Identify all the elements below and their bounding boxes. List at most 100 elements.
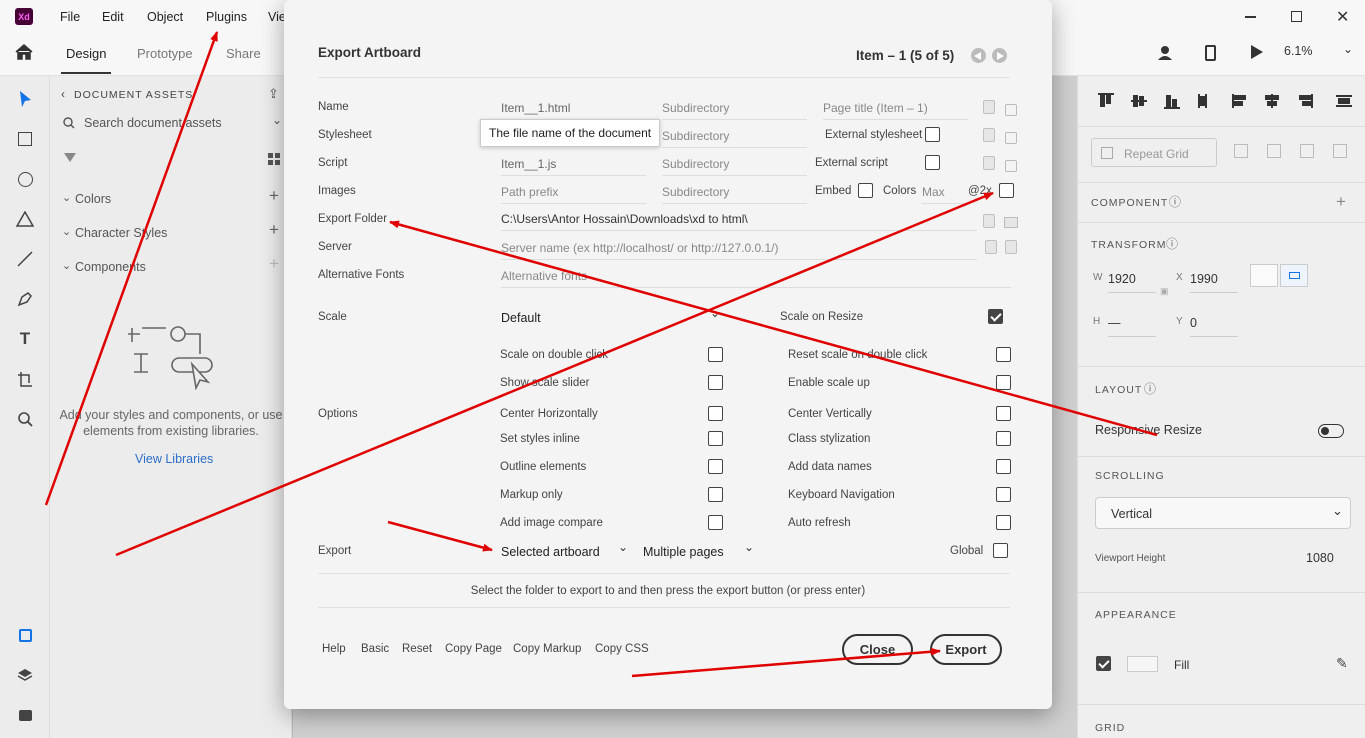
script-option-checkbox[interactable] bbox=[1005, 160, 1017, 172]
markup-only-checkbox[interactable] bbox=[708, 487, 723, 502]
plugins-icon[interactable] bbox=[14, 704, 36, 726]
assets-search-input[interactable]: Search document assets bbox=[84, 116, 222, 130]
previous-item-icon[interactable] bbox=[971, 48, 986, 63]
transform-info-icon[interactable]: ⓘ bbox=[1166, 235, 1178, 252]
rectangle-tool-icon[interactable] bbox=[14, 128, 36, 150]
script-subdirectory-field[interactable]: Subdirectory bbox=[662, 157, 807, 176]
artboard-tool-icon[interactable] bbox=[14, 368, 36, 390]
path-prefix-field[interactable]: Path prefix bbox=[501, 185, 646, 204]
select-tool-icon[interactable] bbox=[14, 88, 36, 110]
embed-checkbox[interactable] bbox=[858, 183, 873, 198]
tab-design[interactable]: Design bbox=[66, 46, 106, 61]
group-icon[interactable] bbox=[1234, 144, 1248, 158]
export-pages-chevron-icon[interactable]: ⌄ bbox=[744, 540, 754, 554]
js-file-icon[interactable] bbox=[983, 156, 995, 170]
next-item-icon[interactable] bbox=[992, 48, 1007, 63]
image-scale-checkbox[interactable] bbox=[999, 183, 1014, 198]
export-folder-field[interactable]: C:\Users\Antor Hossain\Downloads\xd to h… bbox=[501, 212, 977, 231]
export-assets-icon[interactable]: ⇪ bbox=[268, 86, 279, 102]
zoom-chevron-icon[interactable]: ⌄ bbox=[1343, 42, 1353, 56]
server-settings-icon[interactable] bbox=[1005, 240, 1017, 254]
eyedropper-icon[interactable]: ✎ bbox=[1336, 655, 1348, 672]
reset-link[interactable]: Reset bbox=[402, 643, 432, 655]
help-link[interactable]: Help bbox=[322, 643, 346, 655]
scale-on-double-click-checkbox[interactable] bbox=[708, 347, 723, 362]
menu-object[interactable]: Object bbox=[147, 10, 183, 24]
layers-icon[interactable] bbox=[14, 664, 36, 686]
minimize-icon[interactable] bbox=[1245, 16, 1256, 18]
responsive-resize-toggle[interactable] bbox=[1318, 424, 1344, 438]
view-libraries-link[interactable]: View Libraries bbox=[135, 452, 213, 466]
filter-icon[interactable] bbox=[64, 153, 76, 162]
scale-select[interactable]: Default bbox=[501, 311, 541, 325]
menu-plugins[interactable]: Plugins bbox=[206, 10, 247, 24]
name-option-checkbox[interactable] bbox=[1005, 104, 1017, 116]
scale-on-resize-checkbox[interactable] bbox=[988, 309, 1003, 324]
images-subdirectory-field[interactable]: Subdirectory bbox=[662, 185, 807, 204]
menu-edit[interactable]: Edit bbox=[102, 10, 124, 24]
alternative-fonts-field[interactable]: Alternative fonts bbox=[501, 269, 1011, 288]
show-scale-slider-checkbox[interactable] bbox=[708, 375, 723, 390]
char-styles-chevron-icon[interactable]: ⌄ bbox=[62, 225, 71, 238]
global-checkbox[interactable] bbox=[993, 543, 1008, 558]
outline-elements-checkbox[interactable] bbox=[708, 459, 723, 474]
copy-page-link[interactable]: Copy Page bbox=[445, 643, 502, 655]
basic-link[interactable]: Basic bbox=[361, 643, 389, 655]
repeat-grid-button[interactable]: Repeat Grid bbox=[1091, 138, 1217, 167]
folder-icon[interactable] bbox=[1004, 217, 1018, 228]
line-tool-icon[interactable] bbox=[14, 248, 36, 270]
assets-panel-icon[interactable] bbox=[14, 624, 36, 646]
x-field[interactable]: 1990 bbox=[1190, 272, 1238, 293]
add-character-style-icon[interactable]: + bbox=[269, 220, 279, 240]
class-stylization-checkbox[interactable] bbox=[996, 431, 1011, 446]
name-field[interactable]: Item__1.html bbox=[501, 101, 646, 120]
fill-checkbox[interactable] bbox=[1096, 656, 1111, 671]
external-stylesheet-checkbox[interactable] bbox=[925, 127, 940, 142]
restore-icon[interactable] bbox=[1291, 11, 1302, 22]
polygon-tool-icon[interactable] bbox=[14, 208, 36, 230]
html-file-icon[interactable] bbox=[983, 100, 995, 114]
server-icon[interactable] bbox=[985, 240, 997, 254]
name-subdirectory-field[interactable]: Subdirectory bbox=[662, 101, 807, 120]
add-component-icon[interactable]: + bbox=[269, 254, 279, 274]
boolean-subtract-icon[interactable] bbox=[1300, 144, 1314, 158]
colors-chevron-icon[interactable]: ⌄ bbox=[62, 191, 71, 204]
back-chevron-icon[interactable]: ‹ bbox=[61, 87, 65, 101]
copy-markup-link[interactable]: Copy Markup bbox=[513, 643, 581, 655]
export-selection-select[interactable]: Selected artboard bbox=[501, 545, 600, 559]
zoom-level[interactable]: 6.1% bbox=[1284, 44, 1313, 58]
home-icon[interactable] bbox=[15, 44, 33, 63]
grid-view-icon[interactable] bbox=[268, 153, 280, 165]
text-tool-icon[interactable]: T bbox=[14, 328, 36, 350]
play-icon[interactable] bbox=[1251, 45, 1263, 59]
export-button[interactable]: Export bbox=[930, 634, 1002, 665]
keyboard-navigation-checkbox[interactable] bbox=[996, 487, 1011, 502]
center-vertically-checkbox[interactable] bbox=[996, 406, 1011, 421]
open-folder-file-icon[interactable] bbox=[983, 214, 995, 228]
assets-section-character-styles[interactable]: Character Styles bbox=[75, 226, 167, 240]
zoom-tool-icon[interactable] bbox=[14, 408, 36, 430]
export-selection-chevron-icon[interactable]: ⌄ bbox=[618, 540, 628, 554]
fill-swatch[interactable] bbox=[1127, 656, 1158, 672]
server-field[interactable]: Server name (ex http://localhost/ or htt… bbox=[501, 241, 977, 260]
close-icon[interactable]: ✕ bbox=[1336, 7, 1349, 27]
share-user-icon[interactable] bbox=[1157, 44, 1175, 65]
layout-info-icon[interactable]: ⓘ bbox=[1144, 380, 1156, 397]
boolean-add-icon[interactable] bbox=[1267, 144, 1281, 158]
height-field[interactable]: — bbox=[1108, 316, 1156, 337]
fixed-width-icon[interactable] bbox=[1250, 264, 1278, 287]
tab-prototype[interactable]: Prototype bbox=[137, 46, 193, 61]
page-title-field[interactable]: Page title (Item – 1) bbox=[823, 101, 968, 120]
boolean-intersect-icon[interactable] bbox=[1333, 144, 1347, 158]
script-field[interactable]: Item__1.js bbox=[501, 157, 646, 176]
add-data-names-checkbox[interactable] bbox=[996, 459, 1011, 474]
reset-scale-checkbox[interactable] bbox=[996, 347, 1011, 362]
lock-aspect-icon[interactable]: ▣ bbox=[1160, 286, 1169, 297]
add-color-icon[interactable]: + bbox=[269, 186, 279, 206]
close-button[interactable]: Close bbox=[842, 634, 913, 665]
copy-css-link[interactable]: Copy CSS bbox=[595, 643, 649, 655]
fixed-height-icon[interactable] bbox=[1280, 264, 1308, 287]
enable-scale-up-checkbox[interactable] bbox=[996, 375, 1011, 390]
css-file-icon[interactable] bbox=[983, 128, 995, 142]
add-image-compare-checkbox[interactable] bbox=[708, 515, 723, 530]
